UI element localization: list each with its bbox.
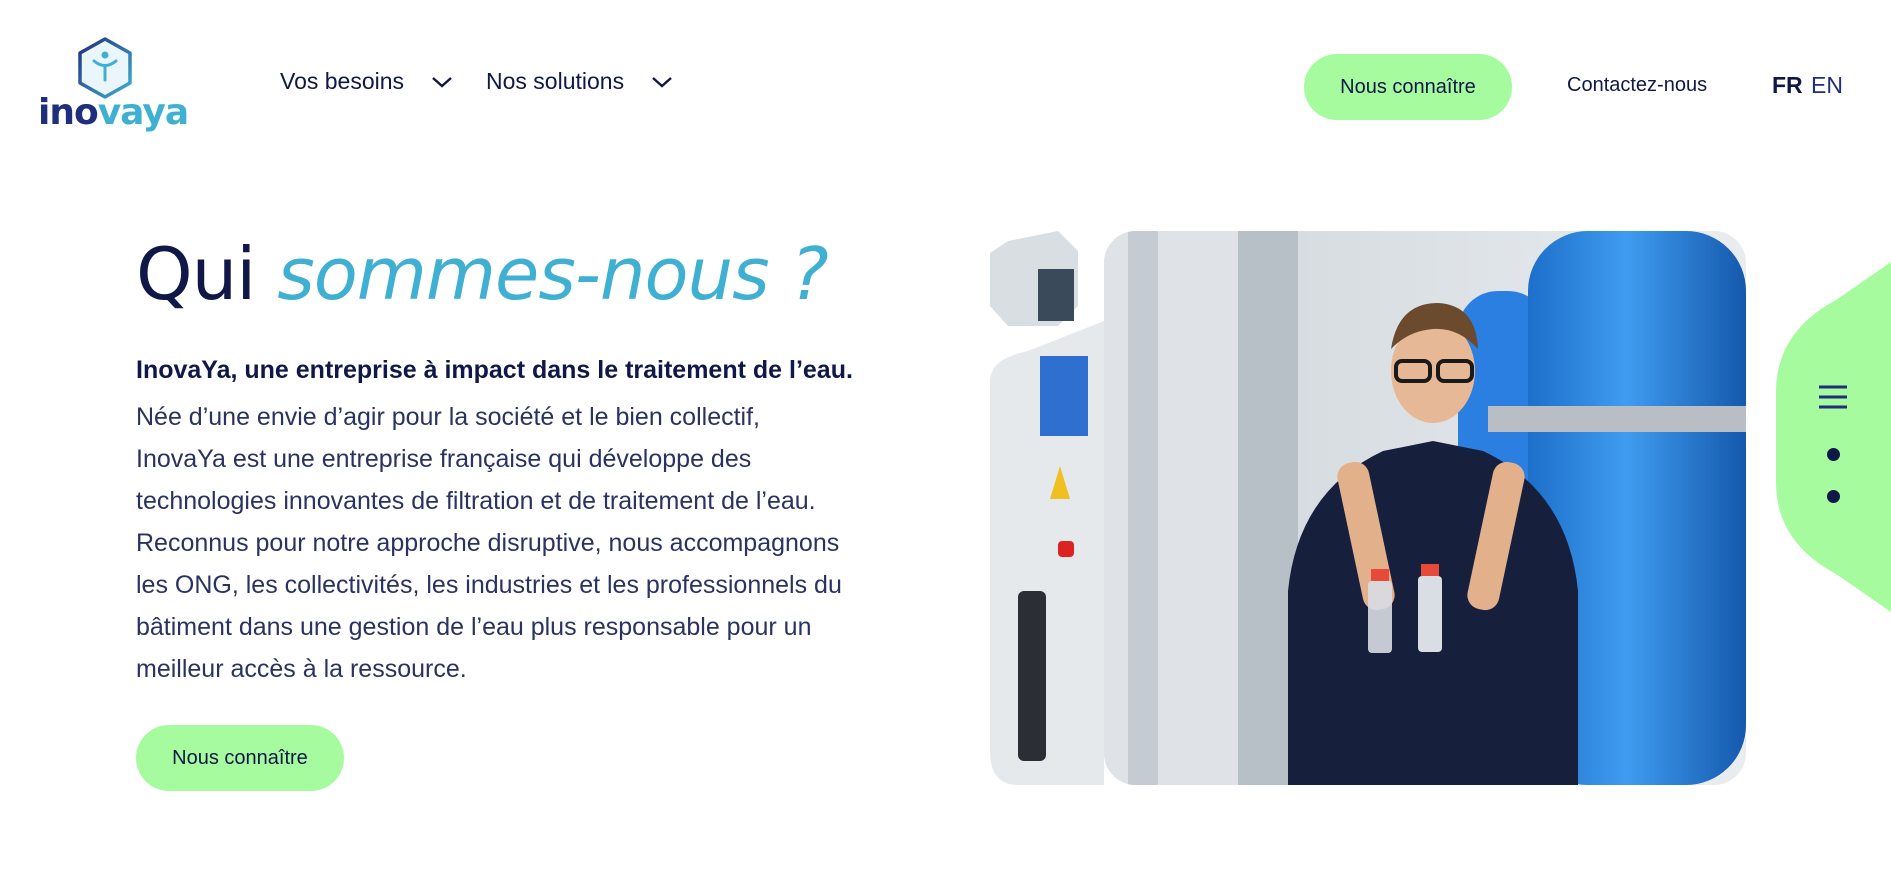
chevron-down-icon xyxy=(432,76,452,88)
paragraph-line: Reconnus pour notre approche disruptive,… xyxy=(136,529,840,557)
paragraph-line: les ONG, les collectivités, les industri… xyxy=(136,571,842,599)
inovaya-logo-icon xyxy=(78,37,132,99)
hero-lead: InovaYa, une entreprise à impact dans le… xyxy=(136,356,853,384)
hero-paragraph: Née d’une envie d’agir pour la société e… xyxy=(136,396,916,690)
side-navigation-panel xyxy=(1776,262,1891,612)
paragraph-line: Née d’une envie d’agir pour la société e… xyxy=(136,403,760,431)
logo-text-part-a: ino xyxy=(38,92,99,133)
inovaya-logo[interactable]: inovaya xyxy=(38,36,189,141)
nous-connaitre-header-button[interactable]: Nous connaître xyxy=(1304,54,1512,120)
contactez-nous-link[interactable]: Contactez-nous xyxy=(1567,74,1707,97)
nav-nos-solutions[interactable]: Nos solutions xyxy=(486,68,674,95)
title-accent: sommes-nous ? xyxy=(277,232,829,316)
paragraph-line: bâtiment dans une gestion de l’eau plus … xyxy=(136,613,812,641)
logo-text-part-b: vaya xyxy=(97,92,189,133)
hamburger-menu-icon[interactable] xyxy=(1817,384,1849,410)
nav-vos-besoins[interactable]: Vos besoins xyxy=(280,68,454,95)
paragraph-line: meilleur accès à la ressource. xyxy=(136,655,467,683)
paragraph-line: InovaYa est une entreprise française qui… xyxy=(136,445,752,473)
title-plain: Qui xyxy=(136,232,278,316)
nous-connaitre-hero-button[interactable]: Nous connaître xyxy=(136,725,344,791)
paragraph-line: technologies innovantes de filtration et… xyxy=(136,487,816,515)
nav-nos-solutions-label: Nos solutions xyxy=(486,68,625,94)
lang-fr-link[interactable]: FR xyxy=(1772,72,1803,99)
hero-photo xyxy=(990,231,1746,785)
slide-dot[interactable] xyxy=(1827,490,1840,503)
site-header: inovaya Vos besoins Nos solutions Nous c… xyxy=(0,0,1891,175)
slide-dot[interactable] xyxy=(1827,448,1840,461)
page-title: Qui sommes-nous ? xyxy=(136,232,829,316)
nav-vos-besoins-label: Vos besoins xyxy=(280,68,405,94)
logo-wordmark: inovaya xyxy=(38,92,189,133)
lang-en-link[interactable]: EN xyxy=(1811,72,1843,99)
chevron-down-icon xyxy=(652,76,672,88)
